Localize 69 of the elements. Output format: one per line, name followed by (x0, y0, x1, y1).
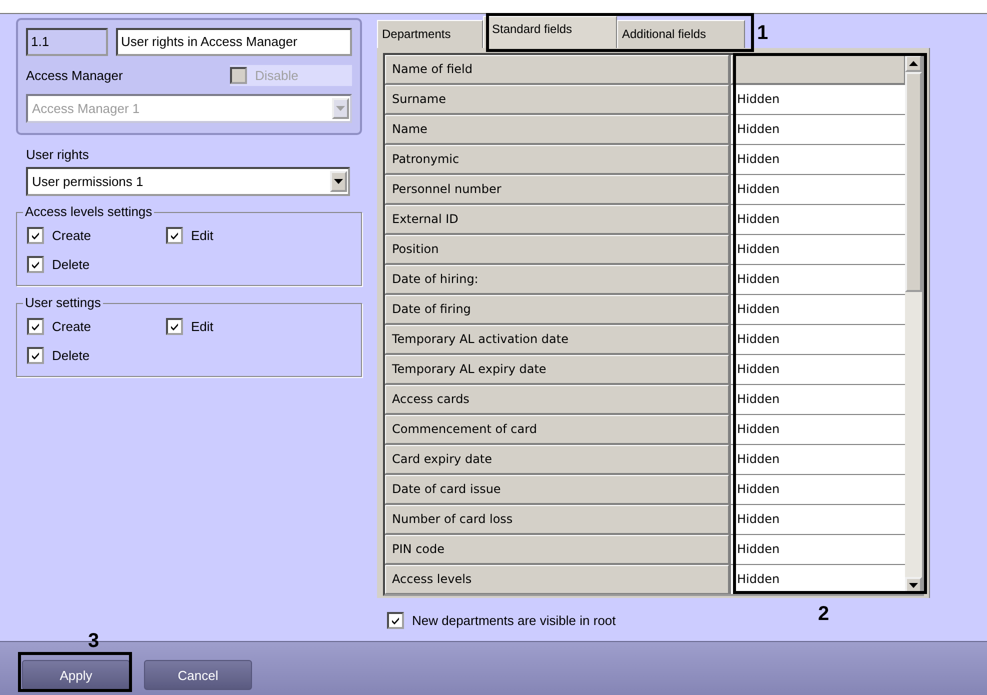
group-title: Access levels settings (23, 204, 154, 219)
checkbox-label: Edit (191, 228, 214, 243)
table-cell: External ID (385, 205, 729, 234)
button[interactable]: Cancel (144, 660, 252, 690)
table-cell: Surname (385, 85, 729, 114)
group-title: User settings (23, 295, 103, 310)
table-cell: Name (385, 115, 729, 144)
table-cell: Temporary AL expiry date (385, 355, 729, 384)
checkbox[interactable] (166, 227, 183, 244)
scroll-up-icon[interactable] (905, 55, 922, 72)
table-cell: Date of card issue (385, 475, 729, 504)
scroll-thumb[interactable] (905, 72, 922, 292)
table-cell[interactable]: Hidden (731, 535, 905, 564)
table-cell[interactable]: Hidden (731, 265, 905, 294)
table-cell: Access levels (385, 565, 729, 594)
checkbox-label: Edit (191, 319, 214, 334)
column-header[interactable] (731, 55, 905, 84)
column-header[interactable]: Name of field (385, 55, 729, 84)
table-cell: Access cards (385, 385, 729, 414)
table-cell[interactable]: Hidden (731, 415, 905, 444)
table-cell: Temporary AL activation date (385, 325, 729, 354)
checkbox[interactable] (27, 347, 44, 364)
user-rights-dropdown[interactable]: User permissions 1 (26, 167, 350, 196)
table-cell[interactable]: Hidden (731, 145, 905, 174)
table-cell: Date of firing (385, 295, 729, 324)
checkbox-label: New departments are visible in root (412, 613, 616, 628)
checkbox-label: Create (52, 319, 92, 334)
table-cell[interactable]: Hidden (731, 235, 905, 264)
table-cell[interactable]: Hidden (731, 325, 905, 354)
table-cell: PIN code (385, 535, 729, 564)
tab[interactable]: Standard fields (483, 16, 617, 48)
table-cell[interactable]: Hidden (731, 115, 905, 144)
table-cell: Position (385, 235, 729, 264)
checkbox-label: Delete (52, 257, 90, 272)
checkbox[interactable] (387, 612, 404, 629)
name-field[interactable]: User rights in Access Manager (116, 28, 352, 56)
button[interactable]: Apply (22, 660, 130, 690)
table-cell[interactable]: Hidden (731, 355, 905, 384)
table-cell: Commencement of card (385, 415, 729, 444)
table-cell: Patronymic (385, 145, 729, 174)
tab[interactable]: Additional fields (617, 20, 745, 48)
table-cell[interactable]: Hidden (731, 505, 905, 534)
number-field[interactable]: 1.1 (26, 28, 108, 56)
table-cell[interactable]: Hidden (731, 295, 905, 324)
access-manager-label: Access Manager (26, 68, 123, 82)
table-cell[interactable]: Hidden (731, 385, 905, 414)
checkbox-label: Delete (52, 348, 90, 363)
callout-number: 1 (757, 22, 768, 44)
scrollbar[interactable] (905, 55, 922, 594)
table-cell: Date of hiring: (385, 265, 729, 294)
checkbox[interactable] (27, 227, 44, 244)
table-cell[interactable]: Hidden (731, 445, 905, 474)
table-cell[interactable]: Hidden (731, 205, 905, 234)
table-cell[interactable]: Hidden (731, 475, 905, 504)
checkbox[interactable] (166, 318, 183, 335)
table-cell: Personnel number (385, 175, 729, 204)
table-cell[interactable]: Hidden (731, 175, 905, 204)
table-cell: Card expiry date (385, 445, 729, 474)
checkbox[interactable] (27, 256, 44, 273)
table-cell: Number of card loss (385, 505, 729, 534)
user-rights-label: User rights (26, 147, 90, 162)
checkbox-label: Disable (255, 68, 298, 82)
table-cell[interactable]: Hidden (731, 85, 905, 114)
checkbox-label: Create (52, 228, 92, 243)
callout-number: 2 (818, 603, 830, 625)
callout-number: 3 (88, 630, 100, 652)
tab[interactable]: Departments (377, 20, 483, 48)
access-manager-dropdown: Access Manager 1 (26, 94, 352, 123)
checkbox[interactable] (27, 318, 44, 335)
